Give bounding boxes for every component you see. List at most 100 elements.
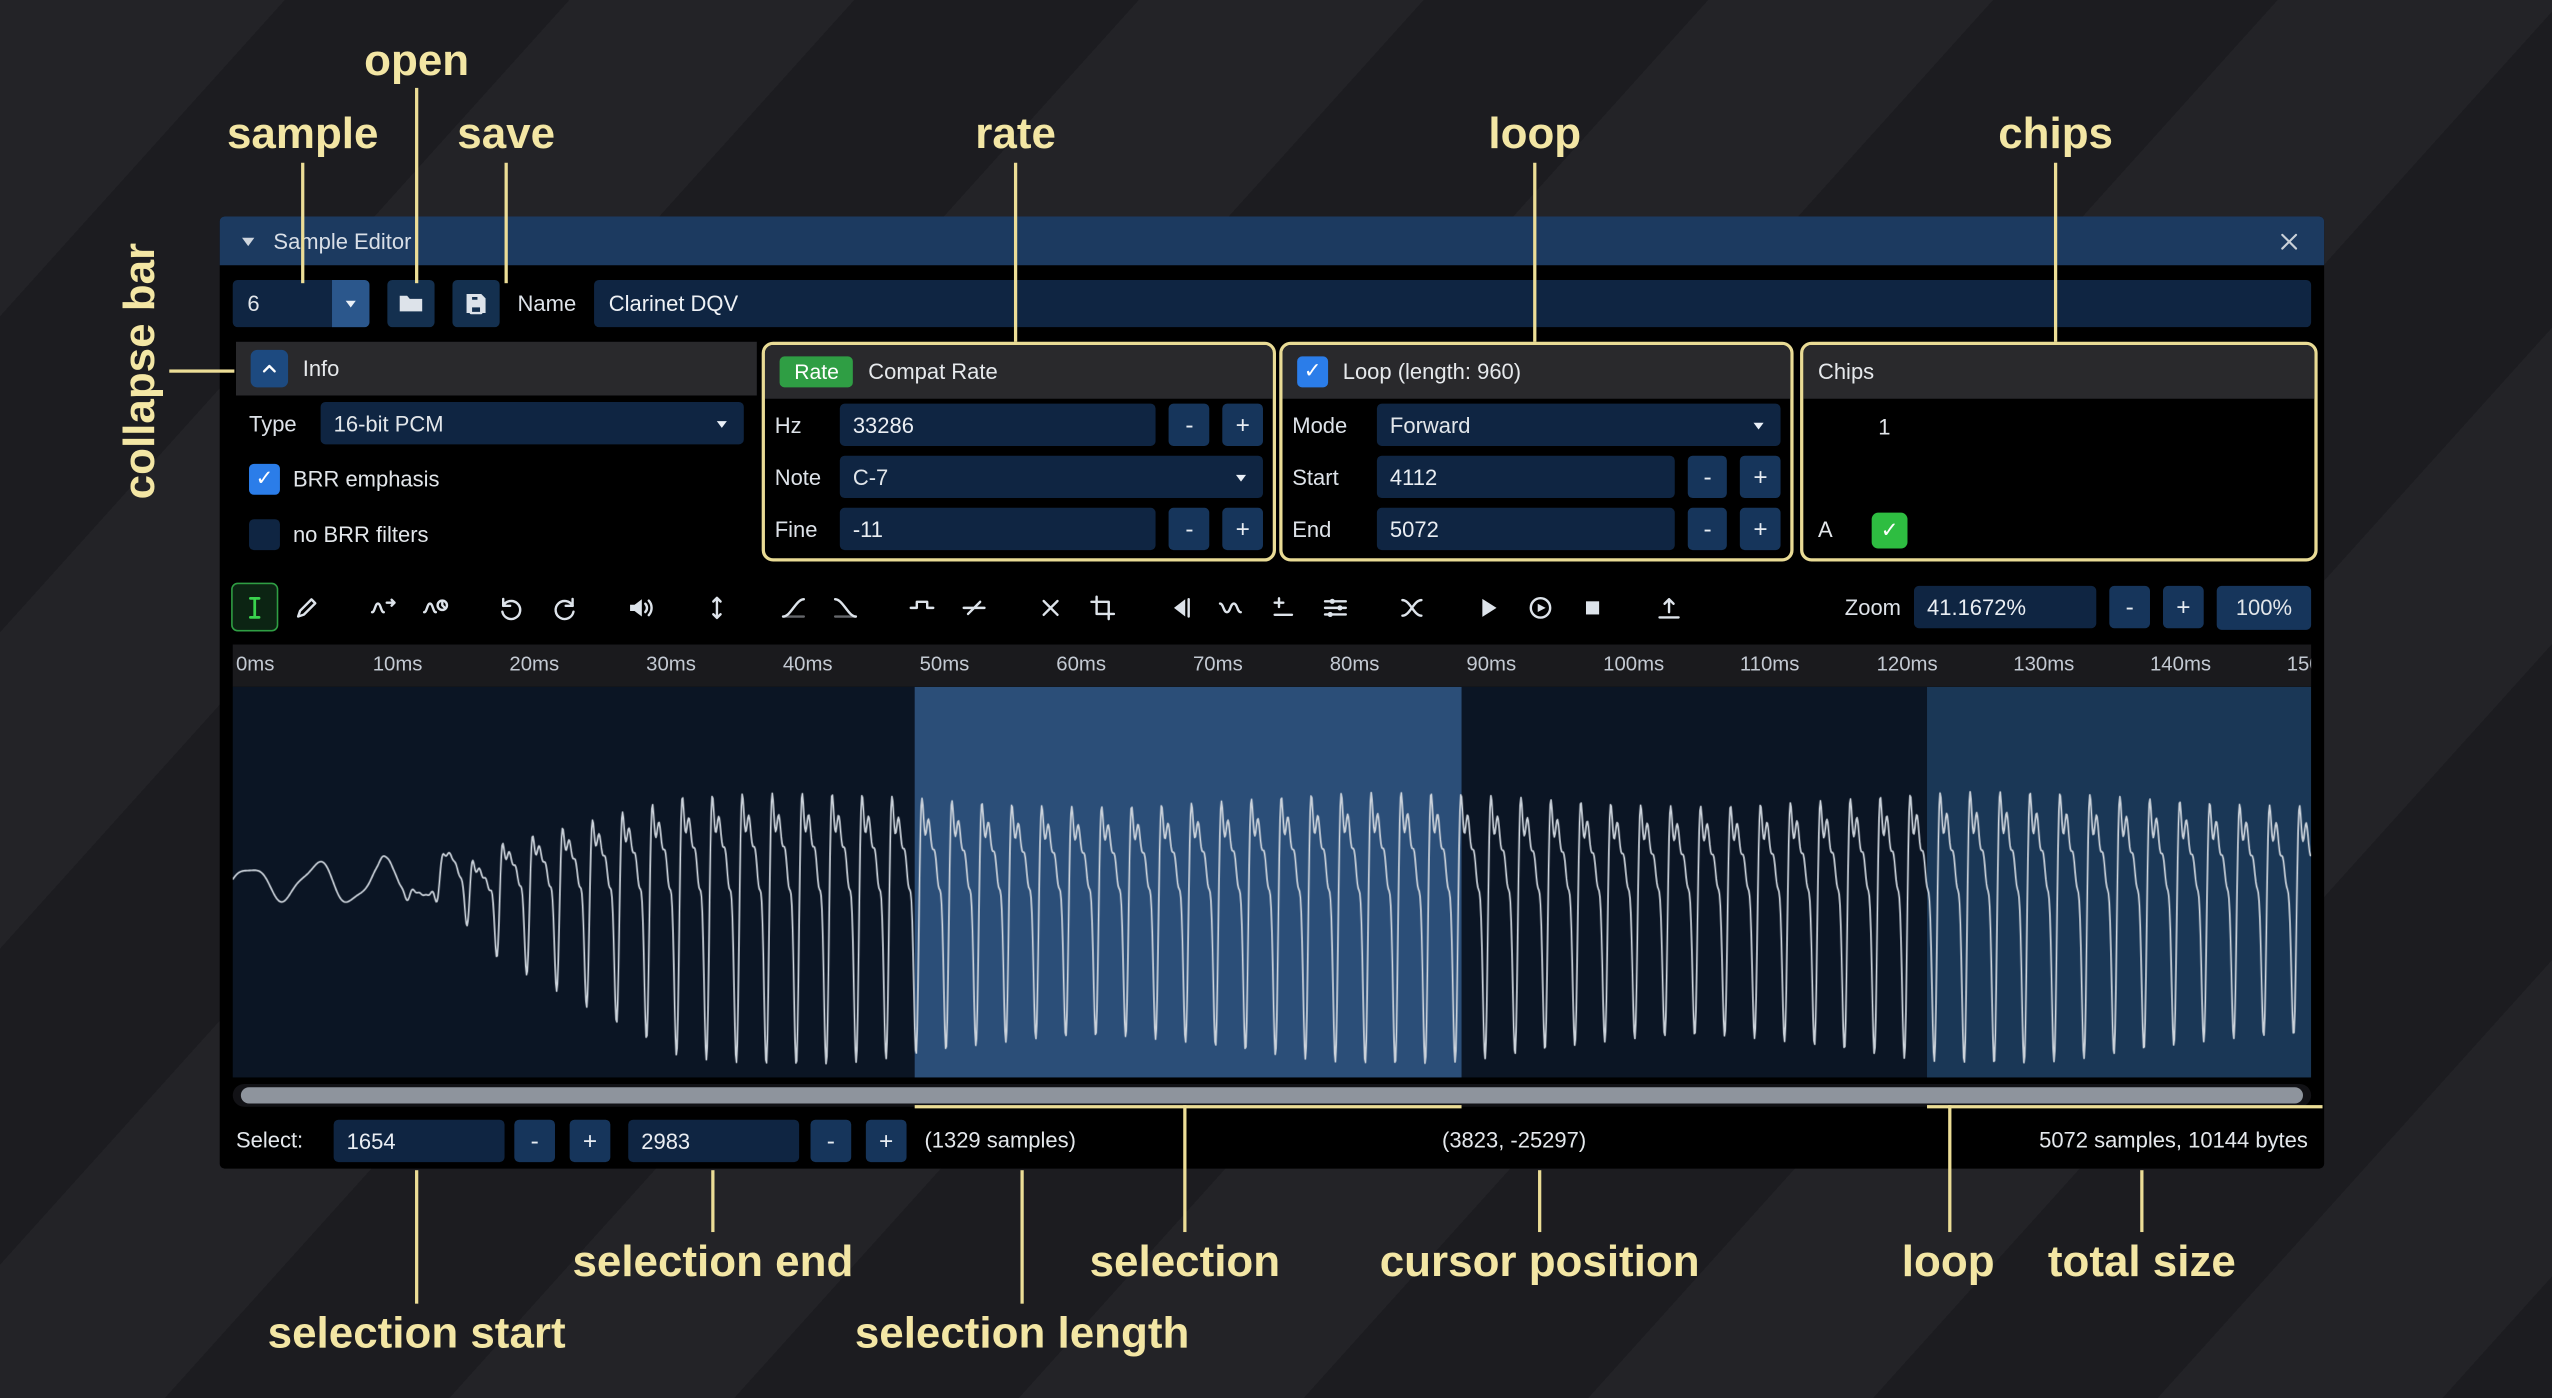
selection-end-input[interactable]: 2983 [628,1120,799,1162]
speaker-icon [627,593,655,621]
fine-input[interactable]: -11 [840,508,1156,550]
fine-decrease-button[interactable]: - [1169,508,1209,550]
info-header-label: Info [303,356,340,380]
select-mode-button[interactable] [233,584,277,630]
insert-silence-button[interactable] [900,584,944,630]
selection-start-decrease-button[interactable]: - [514,1120,555,1162]
loop-end-decrease-button[interactable]: - [1688,508,1728,550]
fine-increase-button[interactable]: + [1223,508,1263,550]
zoom-input[interactable]: 41.1672% [1914,586,2096,628]
loop-end-input[interactable]: 5072 [1377,508,1675,550]
selection-length-text: (1329 samples) [924,1128,1075,1152]
loop-panel: ✓ Loop (length: 960) Mode Forward Start … [1279,342,1793,562]
selection-start-input[interactable]: 1654 [334,1120,505,1162]
import-button[interactable] [1647,584,1691,630]
annotation-collapse-bar: collapse bar [115,243,165,499]
fade-in-icon [780,593,808,621]
undo-button[interactable] [490,584,534,630]
ibeam-cursor-icon [241,593,269,621]
chip-row-label: A [1818,518,1833,542]
ruler-label: 100ms [1603,653,1664,676]
total-size-text: 5072 samples, 10144 bytes [2039,1128,2308,1152]
sample-select-value: 6 [233,291,332,315]
window-titlebar[interactable]: Sample Editor [220,216,2324,265]
annotation-line-loop-top [1532,163,1535,342]
loop-enabled-checkbox[interactable]: ✓ [1297,356,1328,387]
info-collapse-button[interactable] [251,350,288,387]
loop-mode-select[interactable]: Forward [1377,404,1781,446]
annotation-cursor-position: cursor position [1380,1237,1700,1287]
zoom-in-button[interactable]: + [2163,586,2204,628]
annotation-line-loop-bottom [1947,1105,1950,1232]
annotation-line-sample [300,163,303,283]
save-button[interactable] [452,280,499,327]
redo-button[interactable] [542,584,586,630]
plus-minus-icon [1269,593,1297,621]
crossfade-button[interactable] [1390,584,1434,630]
flip-sign-button[interactable] [1261,584,1305,630]
selection-start-increase-button[interactable]: + [570,1120,611,1162]
close-button[interactable] [2272,225,2305,258]
hz-increase-button[interactable]: + [1223,404,1263,446]
close-icon [2276,229,2300,253]
loop-start-decrease-button[interactable]: - [1688,456,1728,498]
apply-silence-button[interactable] [952,584,996,630]
zoom-out-button[interactable]: - [2109,586,2150,628]
selection-end-decrease-button[interactable]: - [811,1120,852,1162]
rate-header-label: Compat Rate [868,360,997,384]
normalize-button[interactable] [695,584,739,630]
type-select[interactable]: 16-bit PCM [321,402,744,444]
no-brr-filters-checkbox[interactable] [249,518,280,549]
zoom-reset-button[interactable]: 100% [2217,585,2311,629]
loop-panel-header: ✓ Loop (length: 960) [1283,345,1791,399]
stop-button[interactable] [1571,584,1615,630]
resize-button[interactable] [361,584,405,630]
rate-badge[interactable]: Rate [780,356,854,387]
preview-button[interactable] [1466,584,1510,630]
resample-button[interactable] [413,584,457,630]
reverse-button[interactable] [1157,584,1201,630]
amplify-button[interactable] [618,584,662,630]
hz-decrease-button[interactable]: - [1169,404,1209,446]
note-select[interactable]: C-7 [840,456,1263,498]
sample-select[interactable]: 6 [233,280,370,327]
draw-mode-button[interactable] [285,584,329,630]
loop-start-increase-button[interactable]: + [1741,456,1781,498]
loop-end-increase-button[interactable]: + [1741,508,1781,550]
waveform-area[interactable] [233,687,2311,1078]
trim-button[interactable] [1081,584,1125,630]
annotation-line-selection-end [710,1170,713,1232]
resample-wave-icon [422,593,450,621]
window-collapse-icon[interactable] [239,232,257,250]
annotation-line-cursor-position [1537,1170,1540,1232]
selection-end-increase-button[interactable]: + [866,1120,907,1162]
floppy-icon [462,290,490,318]
play-from-cursor-button[interactable] [1519,584,1563,630]
annotation-line-selection-start [414,1170,417,1303]
open-button[interactable] [387,280,434,327]
invert-button[interactable] [1209,584,1253,630]
fade-in-button[interactable] [771,584,815,630]
loop-start-label: Start [1292,465,1364,489]
stop-icon [1579,593,1607,621]
waveform-scrollbar[interactable] [233,1084,2311,1107]
chip-a-checkbox[interactable]: ✓ [1872,513,1908,549]
loop-mode-label: Mode [1292,413,1364,437]
fade-out-button[interactable] [824,584,868,630]
info-panel-header: Info [236,342,757,396]
annotation-line-selection [1182,1105,1185,1232]
loop-start-input[interactable]: 4112 [1377,456,1675,498]
chips-body: 1 A ✓ [1803,399,2314,562]
annotation-rate: rate [975,109,1056,159]
ruler-label: 0ms [236,653,274,676]
hz-input[interactable]: 33286 [840,404,1156,446]
annotation-loop-bottom: loop [1902,1237,1995,1287]
timeline-ruler[interactable]: 0ms 10ms 20ms 30ms 40ms 50ms 60ms 70ms 8… [233,645,2311,687]
delete-button[interactable] [1029,584,1073,630]
chips-panel: Chips 1 A ✓ [1800,342,2318,562]
pencil-icon [293,593,321,621]
filter-button[interactable] [1313,584,1357,630]
brr-emphasis-checkbox[interactable]: ✓ [249,463,280,494]
rate-panel-header: Rate Compat Rate [765,345,1273,399]
scrollbar-thumb[interactable] [241,1087,2303,1103]
